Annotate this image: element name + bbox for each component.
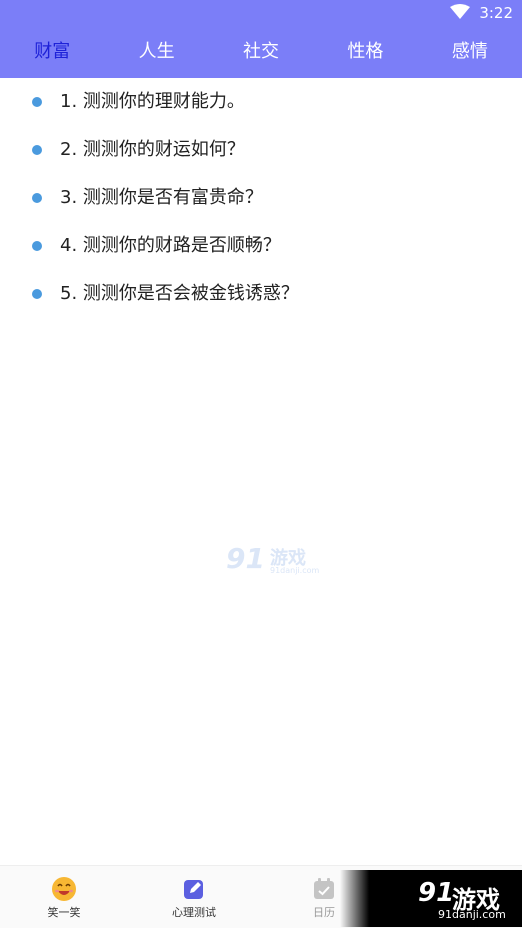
nav-jokes[interactable]: 笑一笑 bbox=[4, 866, 124, 928]
list-item-label: 3. 测测你是否有富贵命？ bbox=[60, 187, 263, 208]
bullet-dot bbox=[32, 145, 42, 155]
list-item[interactable]: 2. 测测你的财运如何？ bbox=[0, 128, 522, 176]
list-item-label: 1. 测测你的理财能力。 bbox=[60, 91, 245, 112]
watermark-logo: 91 游戏 91danji.com bbox=[226, 542, 326, 580]
status-time: 3:22 bbox=[479, 4, 513, 22]
test-list: 1. 测测你的理财能力。 2. 测测你的财运如何？ 3. 测测你是否有富贵命？ … bbox=[0, 80, 522, 320]
list-item-label: 5. 测测你是否会被金钱诱惑？ bbox=[60, 283, 299, 304]
category-tabs: 财富 人生 社交 性格 感情 bbox=[0, 26, 522, 78]
list-item-label: 2. 测测你的财运如何？ bbox=[60, 139, 245, 160]
wifi-icon bbox=[450, 4, 470, 19]
logo-url: 91danji.com bbox=[438, 908, 506, 921]
smiley-icon bbox=[52, 877, 76, 901]
watermark-number: 91 bbox=[226, 542, 265, 575]
tab-social[interactable]: 社交 bbox=[209, 26, 313, 78]
nav-label: 心理测试 bbox=[172, 906, 216, 919]
list-item[interactable]: 5. 测测你是否会被金钱诱惑？ bbox=[0, 272, 522, 320]
list-item[interactable]: 1. 测测你的理财能力。 bbox=[0, 80, 522, 128]
watermark-url: 91danji.com bbox=[270, 566, 320, 575]
bullet-dot bbox=[32, 289, 42, 299]
bullet-dot bbox=[32, 241, 42, 251]
nav-label: 笑一笑 bbox=[47, 906, 81, 919]
tab-emotion[interactable]: 感情 bbox=[418, 26, 522, 78]
bullet-dot bbox=[32, 97, 42, 107]
calendar-icon bbox=[314, 878, 334, 899]
nav-psych-test[interactable]: 心理测试 bbox=[134, 866, 254, 928]
list-item[interactable]: 3. 测测你是否有富贵命？ bbox=[0, 176, 522, 224]
tab-life[interactable]: 人生 bbox=[104, 26, 208, 78]
list-item-label: 4. 测测你的财路是否顺畅？ bbox=[60, 235, 281, 256]
logo-number: 91 bbox=[418, 878, 455, 908]
bullet-dot bbox=[32, 193, 42, 203]
site-logo: 91 游戏 91danji.com bbox=[340, 870, 522, 927]
tab-wealth[interactable]: 财富 bbox=[0, 26, 104, 78]
list-item[interactable]: 4. 测测你的财路是否顺畅？ bbox=[0, 224, 522, 272]
edit-icon bbox=[184, 880, 203, 899]
tab-personality[interactable]: 性格 bbox=[313, 26, 417, 78]
status-bar: 3:22 bbox=[0, 0, 522, 26]
